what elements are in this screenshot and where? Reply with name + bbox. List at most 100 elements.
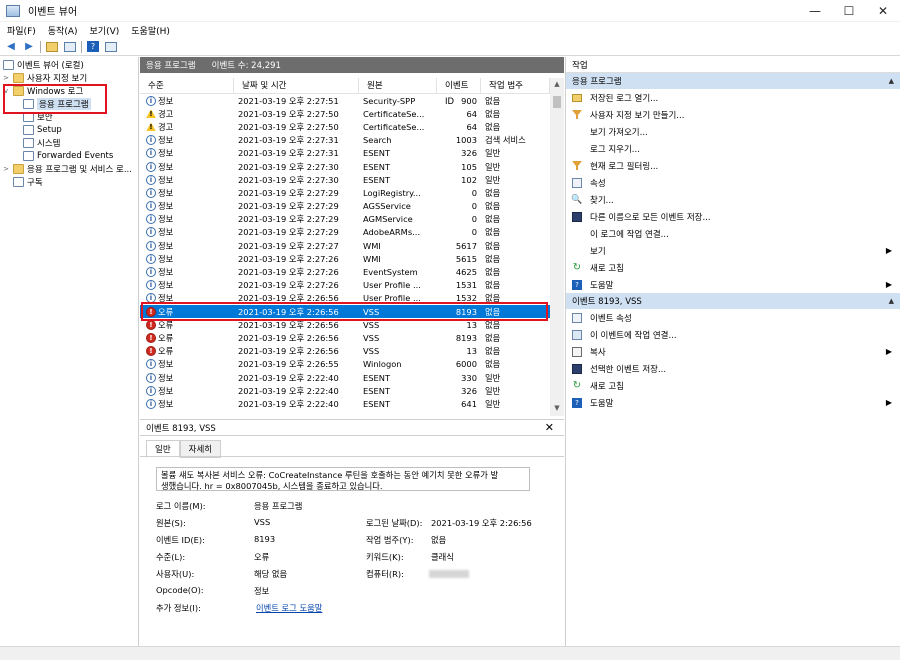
action-label: 사용자 지정 보기 만들기... bbox=[590, 110, 685, 121]
action-item[interactable]: ↻ 새로 고침 bbox=[566, 377, 900, 394]
cell-source: AdobeARMs... bbox=[363, 227, 421, 238]
table-row[interactable]: i 정보 2021-03-19 오후 2:27:29 AdobeARMs... 0 없음 bbox=[140, 226, 564, 239]
cell-level: i 정보 bbox=[140, 358, 234, 370]
minimize-button[interactable]: — bbox=[798, 0, 832, 22]
table-row[interactable]: i 정보 2021-03-19 오후 2:27:30 ESENT 102 일반 bbox=[140, 173, 564, 186]
cell-source: AGSService bbox=[363, 201, 411, 212]
tree-setup-log[interactable]: Setup bbox=[0, 123, 138, 136]
table-row[interactable]: i 정보 2021-03-19 오후 2:27:29 AGMService 0 없음 bbox=[140, 213, 564, 226]
close-button[interactable]: ✕ bbox=[866, 0, 900, 22]
action-item[interactable]: 저장된 로그 열기... bbox=[566, 89, 900, 106]
table-row[interactable]: i 정보 2021-03-19 오후 2:27:26 WMI 5615 없음 bbox=[140, 252, 564, 265]
action-item[interactable]: 보기 ▶ bbox=[566, 242, 900, 259]
table-row[interactable]: ! 오류 2021-03-19 오후 2:26:56 VSS 8193 없음 bbox=[140, 331, 564, 344]
tree-system-log[interactable]: 시스템 bbox=[0, 136, 138, 149]
user-label: 사용자(U): bbox=[156, 569, 195, 579]
show-hide-action-pane-icon[interactable] bbox=[104, 41, 118, 53]
tree-subscriptions[interactable]: 구독 bbox=[0, 175, 138, 188]
action-item[interactable]: 이 이벤트에 작업 연결... bbox=[566, 326, 900, 343]
action-item[interactable]: 🔍 찾기... bbox=[566, 191, 900, 208]
action-item[interactable]: 선택한 이벤트 저장... bbox=[566, 360, 900, 377]
table-row[interactable]: i 정보 2021-03-19 오후 2:27:29 AGSService 0 없음 bbox=[140, 200, 564, 213]
table-row[interactable]: i 정보 2021-03-19 오후 2:27:27 WMI 5617 없음 bbox=[140, 239, 564, 252]
table-row[interactable]: i 정보 2021-03-19 오후 2:27:31 Search 1003 검색 서비스 bbox=[140, 134, 564, 147]
menu-help[interactable]: 도움말(H) bbox=[131, 24, 170, 37]
table-row[interactable]: i 정보 2021-03-19 오후 2:22:40 ESENT 641 일반 bbox=[140, 397, 564, 410]
table-row[interactable]: ! 경고 2021-03-19 오후 2:27:50 CertificateSe...… bbox=[140, 120, 564, 133]
table-row[interactable]: ! 오류 2021-03-19 오후 2:26:56 VSS 13 없음 bbox=[140, 345, 564, 358]
opcode-value: 정보 bbox=[254, 586, 270, 596]
table-row[interactable]: i 정보 2021-03-19 오후 2:27:26 User Profile ...… bbox=[140, 279, 564, 292]
collapse-up-icon[interactable]: ▲ bbox=[889, 297, 894, 305]
actions-section-event[interactable]: 이벤트 8193, VSS ▲ bbox=[566, 293, 900, 309]
cell-datetime: 2021-03-19 오후 2:27:27 bbox=[238, 240, 339, 251]
cell-datetime: 2021-03-19 오후 2:26:56 bbox=[238, 332, 339, 343]
table-row[interactable]: i 정보 2021-03-19 오후 2:27:26 EventSystem 4625 없… bbox=[140, 265, 564, 278]
actions-section-log[interactable]: 응용 프로그램 ▲ bbox=[566, 73, 900, 89]
detail-header: 이벤트 8193, VSS ✕ bbox=[140, 420, 564, 436]
action-item[interactable]: 로그 지우기... bbox=[566, 140, 900, 157]
help-icon[interactable]: ? bbox=[86, 41, 100, 53]
action-item[interactable]: ? 도움말 ▶ bbox=[566, 276, 900, 293]
detail-close-icon[interactable]: ✕ bbox=[545, 421, 554, 434]
cell-source: WMI bbox=[363, 240, 381, 251]
cell-event-id: 8193 bbox=[455, 332, 477, 343]
table-row[interactable]: i 정보 2021-03-19 오후 2:27:31 ESENT 326 일반 bbox=[140, 147, 564, 160]
event-list-scrollbar[interactable]: ▲ ▼ bbox=[550, 78, 564, 416]
scroll-up-icon[interactable]: ▲ bbox=[550, 80, 564, 90]
forward-arrow-icon[interactable]: ▶ bbox=[22, 41, 36, 53]
action-item[interactable]: 사용자 지정 보기 만들기... bbox=[566, 106, 900, 123]
menu-file[interactable]: 파일(F) bbox=[7, 24, 36, 37]
level-text: 정보 bbox=[158, 187, 174, 198]
action-item[interactable]: 현재 로그 필터링... bbox=[566, 157, 900, 174]
maximize-button[interactable]: ☐ bbox=[832, 0, 866, 22]
cell-source: Search bbox=[363, 135, 392, 146]
event-viewer-icon bbox=[3, 59, 14, 70]
col-level[interactable]: 수준 bbox=[140, 78, 234, 94]
col-datetime[interactable]: 날짜 및 시간 bbox=[234, 78, 359, 94]
col-task-category[interactable]: 작업 범주 bbox=[481, 78, 550, 94]
cell-event-id: 330 bbox=[461, 372, 477, 383]
scroll-down-icon[interactable]: ▼ bbox=[550, 404, 564, 414]
action-item[interactable]: 복사 ▶ bbox=[566, 343, 900, 360]
event-message[interactable]: 볼륨 섀도 복사본 서비스 오류: CoCreateInstance 루틴을 호… bbox=[156, 467, 530, 491]
action-item[interactable]: ↻ 새로 고침 bbox=[566, 259, 900, 276]
actions-section-event-title: 이벤트 8193, VSS bbox=[572, 297, 642, 307]
action-item[interactable]: ? 도움말 ▶ bbox=[566, 394, 900, 411]
action-item[interactable]: 보기 가져오기... bbox=[566, 123, 900, 140]
table-row[interactable]: i 정보 2021-03-19 오후 2:22:40 ESENT 326 일반 bbox=[140, 384, 564, 397]
col-event-id[interactable]: 이벤트 ID bbox=[437, 78, 481, 107]
collapse-up-icon[interactable]: ▲ bbox=[889, 77, 894, 85]
table-row[interactable]: i 정보 2021-03-19 오후 2:27:30 ESENT 105 일반 bbox=[140, 160, 564, 173]
tree-custom-views[interactable]: > 사용자 지정 보기 bbox=[0, 71, 138, 84]
table-row[interactable]: i 정보 2021-03-19 오후 2:22:40 ESENT 330 일반 bbox=[140, 371, 564, 384]
tree-forwarded-events[interactable]: Forwarded Events bbox=[0, 149, 138, 162]
show-hide-tree-icon[interactable] bbox=[63, 41, 77, 53]
info-icon: i bbox=[146, 227, 156, 238]
action-item[interactable]: 이벤트 속성 bbox=[566, 309, 900, 326]
scroll-thumb[interactable] bbox=[553, 96, 561, 108]
up-folder-icon[interactable] bbox=[45, 41, 59, 53]
event-log-help-link[interactable]: 이벤트 로그 도움말 bbox=[256, 602, 322, 614]
back-arrow-icon[interactable]: ◀ bbox=[4, 41, 18, 53]
expand-chevron-icon[interactable]: > bbox=[2, 165, 10, 173]
action-item[interactable]: 속성 bbox=[566, 174, 900, 191]
action-item[interactable]: 다른 이름으로 모든 이벤트 저장... bbox=[566, 208, 900, 225]
menu-view[interactable]: 보기(V) bbox=[90, 24, 120, 37]
cell-event-id: 0 bbox=[471, 187, 477, 198]
action-item[interactable]: 이 로그에 작업 연결... bbox=[566, 225, 900, 242]
task-icon bbox=[572, 329, 582, 340]
submenu-arrow-icon: ▶ bbox=[885, 398, 892, 407]
table-row[interactable]: ! 경고 2021-03-19 오후 2:27:50 CertificateSe...… bbox=[140, 107, 564, 120]
tree-root[interactable]: 이벤트 뷰어 (로컬) bbox=[0, 58, 138, 71]
col-source[interactable]: 원본 bbox=[359, 78, 437, 94]
action-label: 저장된 로그 열기... bbox=[590, 93, 659, 104]
expand-chevron-icon[interactable]: > bbox=[2, 74, 10, 82]
navigation-tree: 이벤트 뷰어 (로컬) > 사용자 지정 보기 v Windows 로그 응용 프로… bbox=[0, 57, 139, 646]
table-row[interactable]: i 정보 2021-03-19 오후 2:26:55 Winlogon 6000 없음 bbox=[140, 358, 564, 371]
table-row[interactable]: i 정보 2021-03-19 오후 2:27:51 Security-SPP 900 없… bbox=[140, 94, 564, 107]
tree-apps-services[interactable]: > 응용 프로그램 및 서비스 로... bbox=[0, 162, 138, 175]
table-row[interactable]: i 정보 2021-03-19 오후 2:27:29 LogiRegistry... 0… bbox=[140, 186, 564, 199]
info-icon: i bbox=[146, 385, 156, 396]
menu-action[interactable]: 동작(A) bbox=[48, 24, 78, 37]
